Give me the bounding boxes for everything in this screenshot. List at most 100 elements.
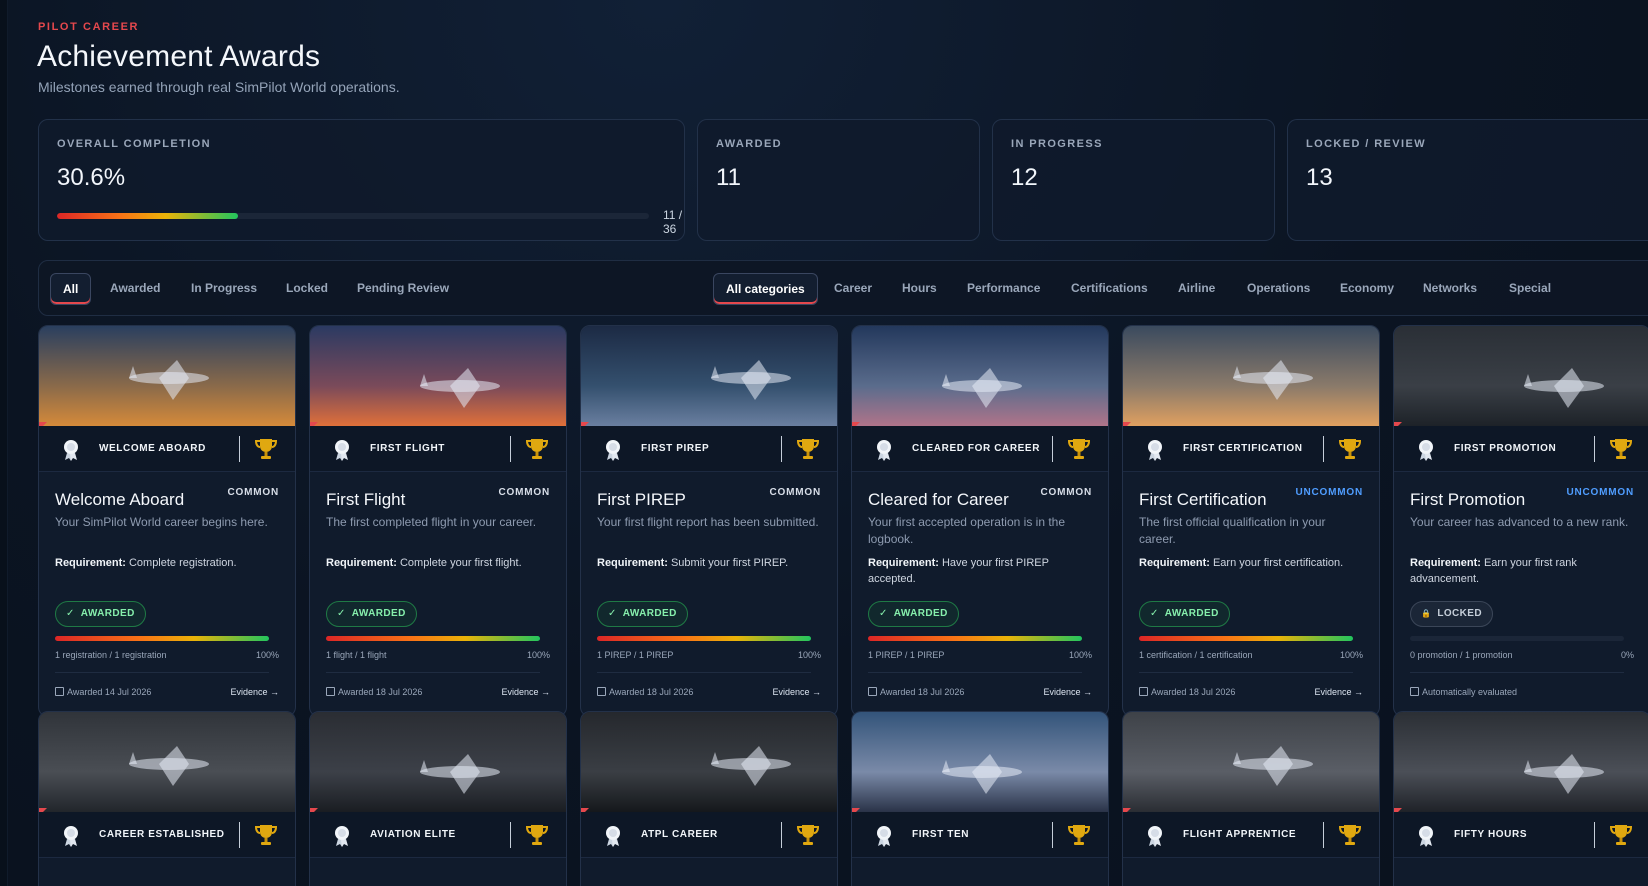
- progress-percent: 100%: [797, 650, 821, 660]
- lock-icon: 🔒: [1421, 609, 1432, 618]
- airplane-silhouette-icon: [129, 746, 209, 786]
- evidence-link[interactable]: Evidence →: [230, 687, 279, 697]
- medal-icon: [61, 825, 81, 847]
- achievement-card-aviation-elite[interactable]: AVIATION ELITE: [309, 711, 567, 886]
- awarded-stat-card: AWARDED 11: [697, 119, 980, 241]
- filter-locked[interactable]: Locked: [274, 273, 340, 305]
- medal-icon: [874, 439, 894, 461]
- evidence-link[interactable]: Evidence →: [1043, 687, 1092, 697]
- category-economy[interactable]: Economy: [1328, 273, 1406, 305]
- rarity-label: COMMON: [227, 487, 279, 498]
- locked-stat-card: LOCKED / REVIEW 13: [1287, 119, 1648, 241]
- badge-divider: [1052, 822, 1053, 848]
- evidence-link[interactable]: Evidence →: [772, 687, 821, 697]
- achievement-card-flight-apprentice[interactable]: FLIGHT APPRENTICE: [1122, 711, 1380, 886]
- requirement-label: Requirement:: [868, 557, 939, 569]
- rarity-label: UNCOMMON: [1295, 487, 1363, 498]
- progress-text: 1 flight / 1 flight: [326, 650, 387, 660]
- airplane-silhouette-icon: [1233, 746, 1313, 786]
- achievement-title: Welcome Aboard: [55, 490, 185, 509]
- award-date: Awarded 18 Jul 2026: [326, 687, 422, 697]
- achievement-card-first-certification[interactable]: FIRST CERTIFICATION First Certification UN…: [1122, 325, 1380, 717]
- trophy-icon: [1338, 823, 1362, 847]
- award-date: Awarded 18 Jul 2026: [868, 687, 964, 697]
- calendar-icon: [597, 687, 606, 696]
- medal-icon: [332, 439, 352, 461]
- badge-divider: [781, 822, 782, 848]
- evidence-link[interactable]: Evidence →: [501, 687, 550, 697]
- trophy-icon: [1067, 823, 1091, 847]
- badge-strip: CAREER ESTABLISHED: [39, 812, 295, 858]
- achievement-card-fifty-hours[interactable]: FIFTY HOURS: [1393, 711, 1648, 886]
- filter-bar: All Awarded In Progress Locked Pending R…: [38, 260, 1648, 316]
- badge-name: CAREER ESTABLISHED: [99, 829, 225, 840]
- achievement-card-welcome-aboard[interactable]: WELCOME ABOARD Welcome Aboard COMMON Your S…: [38, 325, 296, 717]
- category-operations[interactable]: Operations: [1235, 273, 1322, 305]
- status-badge: ✓ AWARDED: [597, 601, 688, 627]
- achievement-progress-track: [326, 636, 540, 641]
- in-progress-stat-card: IN PROGRESS 12: [992, 119, 1275, 241]
- stat-value: 13: [1306, 164, 1333, 191]
- trophy-icon: [796, 437, 820, 461]
- category-performance[interactable]: Performance: [955, 273, 1052, 305]
- achievement-card-first-ten[interactable]: FIRST TEN: [851, 711, 1109, 886]
- filter-in-progress[interactable]: In Progress: [179, 273, 269, 305]
- page-subtitle: Milestones earned through real SimPilot …: [38, 79, 400, 95]
- category-career[interactable]: Career: [822, 273, 884, 305]
- requirement-text: Submit your first PIREP.: [670, 557, 789, 569]
- status-text: AWARDED: [893, 608, 948, 619]
- badge-strip: FIRST PROMOTION: [1394, 426, 1648, 472]
- medal-icon: [1145, 439, 1165, 461]
- achievement-card-first-promotion[interactable]: FIRST PROMOTION First Promotion UNCOMMON Yo…: [1393, 325, 1648, 717]
- category-airline[interactable]: Airline: [1166, 273, 1227, 305]
- status-text: LOCKED: [1437, 608, 1482, 619]
- card-divider: [55, 672, 269, 673]
- achievement-card-cleared-for-career[interactable]: CLEARED FOR CAREER Cleared for Career COMM…: [851, 325, 1109, 717]
- achievement-image: [310, 326, 566, 426]
- section-eyebrow: PILOT CAREER: [38, 21, 140, 33]
- achievement-card-atpl-career[interactable]: ATPL CAREER: [580, 711, 838, 886]
- medal-icon: [603, 825, 623, 847]
- rarity-label: COMMON: [498, 487, 550, 498]
- medal-icon: [603, 439, 623, 461]
- badge-strip: AVIATION ELITE: [310, 812, 566, 858]
- badge-name: FIRST FLIGHT: [370, 443, 445, 454]
- category-special[interactable]: Special: [1497, 273, 1563, 305]
- achievement-title: First Certification: [1139, 490, 1267, 509]
- achievement-progress-track: [597, 636, 811, 641]
- progress-text: 0 promotion / 1 promotion: [1410, 650, 1513, 660]
- category-certifications[interactable]: Certifications: [1059, 273, 1160, 305]
- filter-pending-review[interactable]: Pending Review: [345, 273, 461, 305]
- check-icon: ✓: [66, 608, 75, 619]
- achievement-title: First Flight: [326, 490, 406, 509]
- achievement-description: Your first flight report has been submit…: [597, 515, 819, 529]
- achievement-progress-fill: [326, 636, 540, 641]
- badge-name: ATPL CAREER: [641, 829, 718, 840]
- badge-strip: FIRST FLIGHT: [310, 426, 566, 472]
- stat-label: OVERALL COMPLETION: [57, 138, 211, 150]
- achievement-image: [1123, 712, 1379, 812]
- progress-percent: 100%: [1339, 650, 1363, 660]
- overall-completion-card: OVERALL COMPLETION 30.6% 11 / 36: [38, 119, 685, 241]
- filter-awarded[interactable]: Awarded: [98, 273, 172, 305]
- achievement-card-first-flight[interactable]: FIRST FLIGHT First Flight COMMON The first …: [309, 325, 567, 717]
- achievement-card-first-pirep[interactable]: FIRST PIREP First PIREP COMMON Your first f…: [580, 325, 838, 717]
- check-icon: ✓: [1150, 608, 1159, 619]
- filter-all[interactable]: All: [50, 273, 92, 305]
- badge-divider: [1594, 822, 1595, 848]
- achievement-progress-fill: [597, 636, 811, 641]
- badge-divider: [1323, 822, 1324, 848]
- category-hours[interactable]: Hours: [890, 273, 949, 305]
- status-text: AWARDED: [622, 608, 677, 619]
- badge-strip: FIRST CERTIFICATION: [1123, 426, 1379, 472]
- achievement-card-career-established[interactable]: CAREER ESTABLISHED: [38, 711, 296, 886]
- calendar-icon: [326, 687, 335, 696]
- achievement-description: Your career has advanced to a new rank.: [1410, 515, 1629, 529]
- sidebar-edge: [0, 0, 8, 886]
- rarity-label: UNCOMMON: [1566, 487, 1634, 498]
- evidence-link[interactable]: Evidence →: [1314, 687, 1363, 697]
- achievement-image: [581, 712, 837, 812]
- category-networks[interactable]: Networks: [1411, 273, 1489, 305]
- achievement-progress-track: [55, 636, 269, 641]
- category-all[interactable]: All categories: [713, 273, 818, 305]
